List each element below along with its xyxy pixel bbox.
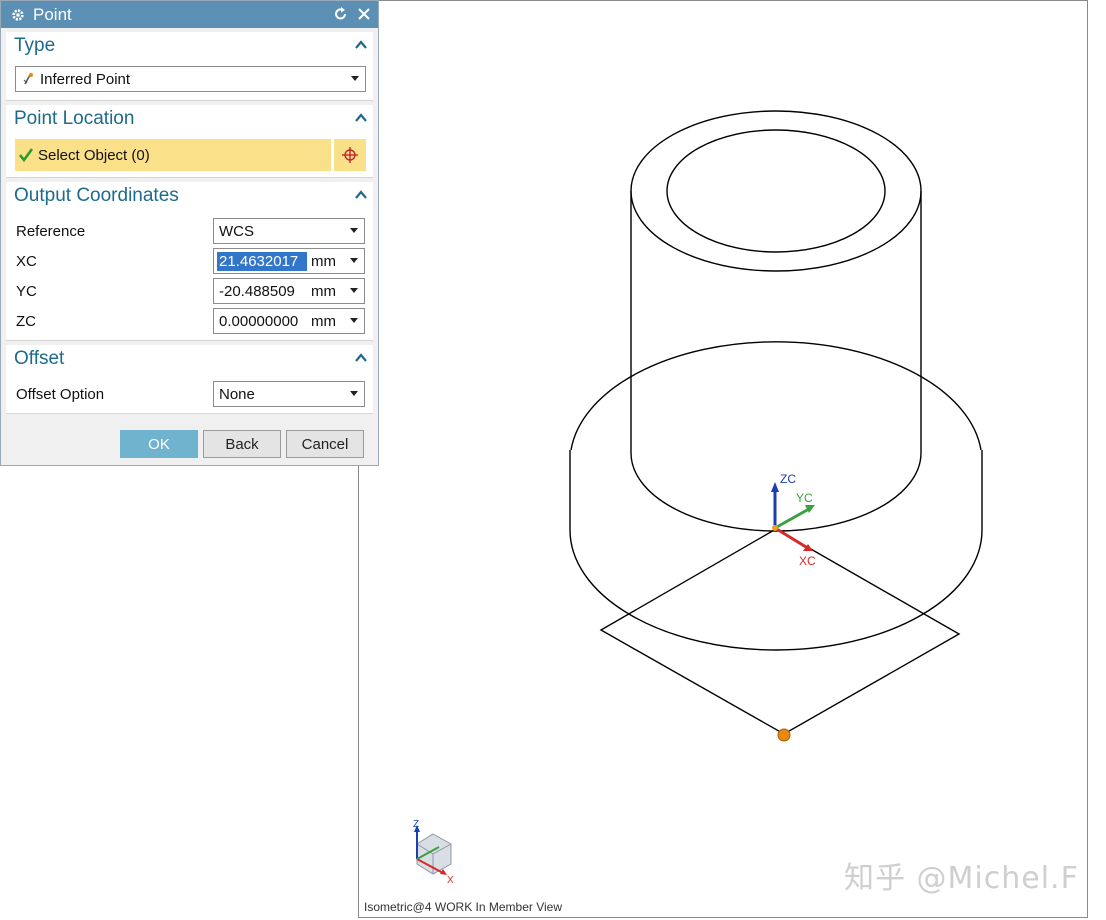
wcs-z-label: ZC [780,472,796,486]
yc-label: YC [16,283,37,300]
output-coordinates-header[interactable]: Output Coordinates [6,182,373,210]
point-dialog: Point Type Inferred Point Point Location [0,0,379,466]
select-object-field[interactable]: Select Object (0) [15,139,331,171]
gear-icon[interactable] [11,8,25,22]
watermark: 知乎 @Michel.F [844,861,1079,896]
zc-input[interactable]: 0.00000000 mm [213,308,365,334]
shaft-top-edge [630,110,922,272]
xc-unit: mm [311,252,336,270]
type-group: Type Inferred Point [6,32,373,101]
offset-option-value: None [219,385,255,403]
wcs-origin [772,525,778,531]
chevron-up-icon[interactable] [355,113,367,123]
offset-group: Offset Offset Option None [6,345,373,414]
offset-title: Offset [14,348,65,369]
wcs-y-axis [774,507,810,530]
view-triad-x-label: X [447,875,454,886]
point-location-title: Point Location [14,108,135,129]
chevron-down-icon[interactable] [350,258,358,263]
sketch-rhombus [599,528,961,735]
zc-value[interactable]: 0.00000000 [217,312,307,331]
zc-unit: mm [311,312,336,330]
chevron-down-icon [351,76,359,81]
ok-button[interactable]: OK [120,430,198,458]
graphics-window[interactable]: ZC YC XC Z X Isometric@4 WORK In Member … [358,0,1088,918]
yc-value[interactable]: -20.488509 [217,282,307,301]
chevron-up-icon[interactable] [355,40,367,50]
chevron-up-icon[interactable] [355,190,367,200]
reset-icon[interactable] [333,6,349,22]
selected-point-marker[interactable] [777,728,791,742]
base-bottom-edge [569,529,983,651]
select-object-label: Select Object (0) [38,146,150,164]
dialog-title: Point [33,4,72,24]
crosshair-icon [342,147,358,163]
wcs-y-label: YC [796,491,813,505]
xc-label: XC [16,253,37,270]
yc-input[interactable]: -20.488509 mm [213,278,365,304]
close-icon[interactable] [356,6,372,22]
output-coordinates-group: Output Coordinates Reference WCS XC 21.4… [6,182,373,341]
base-top-edge [570,341,982,451]
type-dropdown[interactable]: Inferred Point [15,66,366,92]
offset-option-label: Offset Option [16,386,105,403]
output-coordinates-title: Output Coordinates [14,185,179,206]
cancel-button[interactable]: Cancel [286,430,364,458]
chevron-down-icon [350,228,358,233]
dialog-titlebar[interactable]: Point [1,1,378,28]
view-triad-z-label: Z [413,819,419,830]
yc-unit: mm [311,282,336,300]
point-location-group: Point Location Select Object (0) [6,105,373,178]
solid-body-wireframe[interactable] [569,110,983,735]
chevron-down-icon[interactable] [350,288,358,293]
view-triad: Z X [413,819,454,886]
reference-dropdown[interactable]: WCS [213,218,365,244]
point-dialog-button[interactable] [334,139,366,171]
wcs-triad[interactable]: ZC YC XC [771,472,816,568]
checkmark-icon [19,148,33,162]
offset-header[interactable]: Offset [6,345,373,373]
model-scene[interactable]: ZC YC XC Z X [359,1,1089,919]
view-status-text: Isometric@4 WORK In Member View [364,900,563,914]
back-button[interactable]: Back [203,430,281,458]
xc-input[interactable]: 21.4632017 mm [213,248,365,274]
chevron-down-icon [350,391,358,396]
type-dropdown-value: Inferred Point [40,70,131,88]
chevron-up-icon[interactable] [355,353,367,363]
inferred-point-icon [23,73,33,85]
point-location-header[interactable]: Point Location [6,105,373,133]
offset-option-dropdown[interactable]: None [213,381,365,407]
wcs-x-label: XC [799,554,816,568]
base-front-top-edge [570,450,631,537]
reference-value: WCS [219,222,254,240]
type-group-title: Type [14,35,56,56]
type-group-header[interactable]: Type [6,32,373,60]
shaft-bore-edge [666,129,886,253]
zc-label: ZC [16,313,36,330]
reference-label: Reference [16,223,86,240]
xc-value[interactable]: 21.4632017 [217,251,307,271]
chevron-down-icon[interactable] [350,318,358,323]
